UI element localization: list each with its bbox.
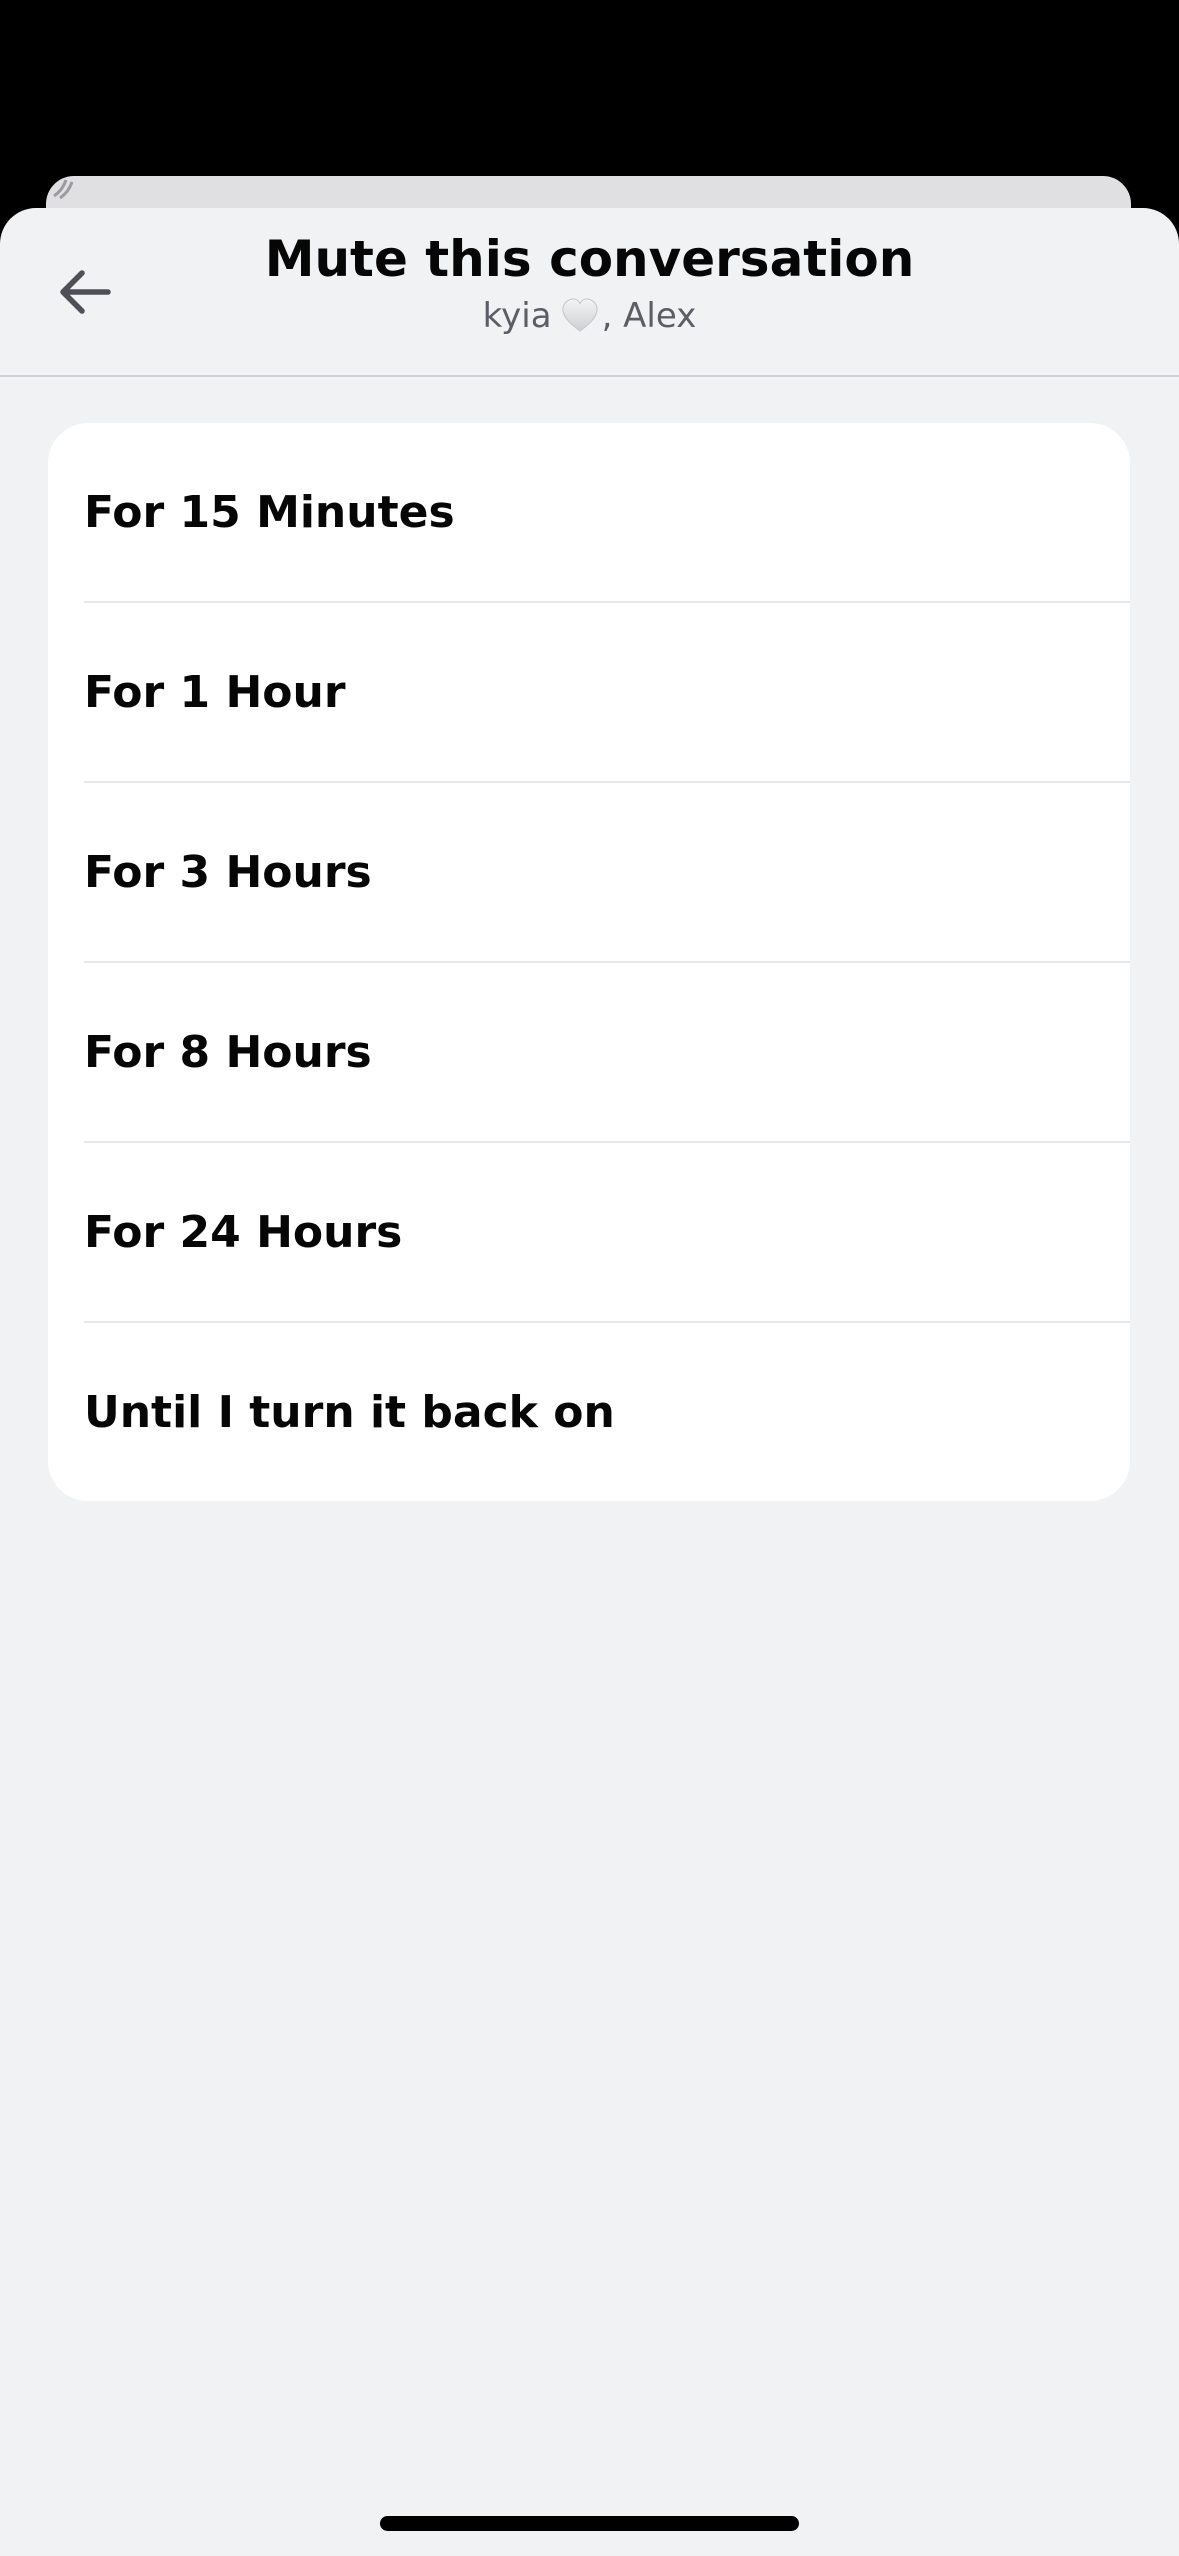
option-label: For 8 Hours: [84, 1027, 372, 1078]
option-label: For 3 Hours: [84, 847, 372, 898]
page-title: Mute this conversation: [264, 230, 915, 288]
mute-option-until-turned-on[interactable]: Until I turn it back on: [48, 1323, 1130, 1501]
arrow-left-icon: [60, 270, 111, 314]
mute-option-8-hours[interactable]: For 8 Hours: [48, 963, 1130, 1143]
mute-option-1-hour[interactable]: For 1 Hour: [48, 603, 1130, 783]
mute-option-15-minutes[interactable]: For 15 Minutes: [48, 423, 1130, 603]
conversation-participants: kyia , Alex: [200, 296, 979, 336]
option-label: For 24 Hours: [84, 1207, 403, 1258]
mute-sheet: Mute this conversation kyia , Alex For 1…: [0, 208, 1179, 2556]
sheet-header: Mute this conversation kyia , Alex: [0, 208, 1179, 377]
background-sheet-icon: [53, 179, 74, 200]
mute-option-24-hours[interactable]: For 24 Hours: [48, 1143, 1130, 1323]
mute-options-list: For 15 Minutes For 1 Hour For 3 Hours Fo…: [48, 423, 1130, 1501]
option-label: For 1 Hour: [84, 667, 346, 718]
back-button[interactable]: [40, 248, 128, 336]
option-label: Until I turn it back on: [84, 1387, 615, 1438]
mute-option-3-hours[interactable]: For 3 Hours: [48, 783, 1130, 963]
option-label: For 15 Minutes: [84, 487, 455, 538]
participant-name: kyia: [482, 296, 552, 336]
white-heart-icon: [561, 298, 598, 332]
participant-name-suffix: , Alex: [601, 296, 697, 336]
home-indicator[interactable]: [380, 2516, 799, 2531]
